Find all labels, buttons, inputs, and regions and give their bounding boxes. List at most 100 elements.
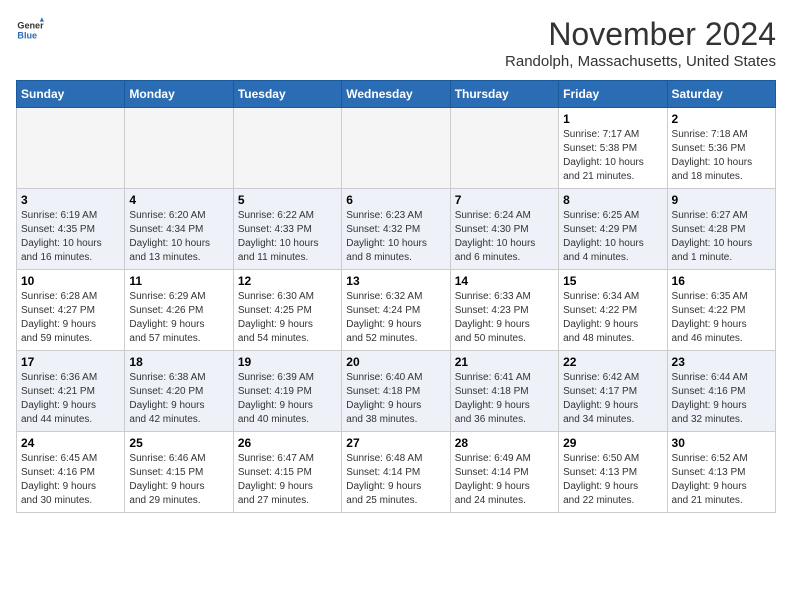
calendar-cell: 1 Sunrise: 7:17 AM Sunset: 5:38 PM Daylig… [559,108,667,189]
day-number: 22 [563,355,662,369]
day-number: 2 [672,112,771,126]
day-info: Sunrise: 6:32 AM Sunset: 4:24 PM Dayligh… [346,290,445,346]
day-number: 26 [238,436,337,450]
calendar-cell: 15Sunrise: 6:34 AM Sunset: 4:22 PM Dayli… [559,270,667,351]
day-number: 21 [455,355,554,369]
calendar-cell: 14 Sunrise: 6:33 AM Sunset: 4:23 PM Dayli… [450,270,558,351]
day-number: 8 [563,193,662,207]
day-number: 1 [563,112,662,126]
day-info: Sunrise: 6:34 AM Sunset: 4:22 PM Dayligh… [563,290,662,346]
calendar-cell: 20Sunrise: 6:40 AM Sunset: 4:18 PM Dayli… [342,351,450,432]
day-number: 20 [346,355,445,369]
location: Randolph, Massachusetts, United States [505,53,776,70]
day-info: Sunrise: 6:27 AM Sunset: 4:28 PM Dayligh… [672,209,771,265]
day-number: 16 [672,274,771,288]
day-number: 27 [346,436,445,450]
calendar-cell: 18Sunrise: 6:38 AM Sunset: 4:20 PM Dayli… [125,351,233,432]
day-number: 19 [238,355,337,369]
day-info: Sunrise: 6:50 AM Sunset: 4:13 PM Dayligh… [563,452,662,508]
day-number: 18 [129,355,228,369]
calendar-cell: 16Sunrise: 6:35 AM Sunset: 4:22 PM Dayli… [667,270,775,351]
day-info: Sunrise: 6:28 AM Sunset: 4:27 PM Dayligh… [21,290,120,346]
calendar-cell: 9 Sunrise: 6:27 AM Sunset: 4:28 PM Daylig… [667,189,775,270]
day-info: Sunrise: 6:19 AM Sunset: 4:35 PM Dayligh… [21,209,120,265]
calendar-cell: 11 Sunrise: 6:29 AM Sunset: 4:26 PM Dayli… [125,270,233,351]
day-number: 7 [455,193,554,207]
calendar-cell: 23 Sunrise: 6:44 AM Sunset: 4:16 PM Dayli… [667,351,775,432]
day-info: Sunrise: 7:18 AM Sunset: 5:36 PM Dayligh… [672,128,771,184]
calendar-cell [233,108,341,189]
day-info: Sunrise: 6:48 AM Sunset: 4:14 PM Dayligh… [346,452,445,508]
day-info: Sunrise: 6:39 AM Sunset: 4:19 PM Dayligh… [238,371,337,427]
day-number: 14 [455,274,554,288]
day-info: Sunrise: 6:46 AM Sunset: 4:15 PM Dayligh… [129,452,228,508]
day-number: 10 [21,274,120,288]
day-number: 11 [129,274,228,288]
calendar-cell: 4 Sunrise: 6:20 AM Sunset: 4:34 PM Daylig… [125,189,233,270]
day-number: 24 [21,436,120,450]
calendar-cell [450,108,558,189]
day-number: 3 [21,193,120,207]
day-number: 12 [238,274,337,288]
weekday-header: Saturday [667,81,775,108]
calendar-cell: 5 Sunrise: 6:22 AM Sunset: 4:33 PM Daylig… [233,189,341,270]
day-number: 5 [238,193,337,207]
page-header: General Blue November 2024 Randolph, Mas… [16,16,776,70]
calendar-cell: 27 Sunrise: 6:48 AM Sunset: 4:14 PM Dayli… [342,432,450,513]
day-info: Sunrise: 7:17 AM Sunset: 5:38 PM Dayligh… [563,128,662,184]
weekday-header: Monday [125,81,233,108]
calendar-cell: 19 Sunrise: 6:39 AM Sunset: 4:19 PM Dayli… [233,351,341,432]
calendar-cell: 7 Sunrise: 6:24 AM Sunset: 4:30 PM Daylig… [450,189,558,270]
day-info: Sunrise: 6:45 AM Sunset: 4:16 PM Dayligh… [21,452,120,508]
day-info: Sunrise: 6:47 AM Sunset: 4:15 PM Dayligh… [238,452,337,508]
day-info: Sunrise: 6:49 AM Sunset: 4:14 PM Dayligh… [455,452,554,508]
calendar-cell: 17 Sunrise: 6:36 AM Sunset: 4:21 PM Dayli… [17,351,125,432]
day-number: 4 [129,193,228,207]
logo-icon: General Blue [16,16,44,44]
calendar-cell: 26 Sunrise: 6:47 AM Sunset: 4:15 PM Dayli… [233,432,341,513]
svg-text:General: General [17,21,44,31]
day-number: 25 [129,436,228,450]
day-info: Sunrise: 6:42 AM Sunset: 4:17 PM Dayligh… [563,371,662,427]
day-info: Sunrise: 6:41 AM Sunset: 4:18 PM Dayligh… [455,371,554,427]
calendar-cell: 25 Sunrise: 6:46 AM Sunset: 4:15 PM Dayli… [125,432,233,513]
day-info: Sunrise: 6:36 AM Sunset: 4:21 PM Dayligh… [21,371,120,427]
calendar-week-row: 10 Sunrise: 6:28 AM Sunset: 4:27 PM Dayli… [17,270,776,351]
day-number: 23 [672,355,771,369]
day-info: Sunrise: 6:33 AM Sunset: 4:23 PM Dayligh… [455,290,554,346]
day-info: Sunrise: 6:20 AM Sunset: 4:34 PM Dayligh… [129,209,228,265]
day-info: Sunrise: 6:30 AM Sunset: 4:25 PM Dayligh… [238,290,337,346]
calendar-cell: 3 Sunrise: 6:19 AM Sunset: 4:35 PM Daylig… [17,189,125,270]
weekday-header: Sunday [17,81,125,108]
calendar-cell: 28 Sunrise: 6:49 AM Sunset: 4:14 PM Dayli… [450,432,558,513]
calendar-cell: 10 Sunrise: 6:28 AM Sunset: 4:27 PM Dayli… [17,270,125,351]
calendar-cell: 13 Sunrise: 6:32 AM Sunset: 4:24 PM Dayli… [342,270,450,351]
month-title: November 2024 [505,16,776,53]
calendar-cell: 29 Sunrise: 6:50 AM Sunset: 4:13 PM Dayli… [559,432,667,513]
calendar-table: SundayMondayTuesdayWednesdayThursdayFrid… [16,80,776,513]
calendar-week-row: 1 Sunrise: 7:17 AM Sunset: 5:38 PM Daylig… [17,108,776,189]
calendar-header-row: SundayMondayTuesdayWednesdayThursdayFrid… [17,81,776,108]
day-info: Sunrise: 6:25 AM Sunset: 4:29 PM Dayligh… [563,209,662,265]
calendar-cell [17,108,125,189]
calendar-cell: 22 Sunrise: 6:42 AM Sunset: 4:17 PM Dayli… [559,351,667,432]
day-number: 17 [21,355,120,369]
day-number: 13 [346,274,445,288]
day-info: Sunrise: 6:23 AM Sunset: 4:32 PM Dayligh… [346,209,445,265]
day-number: 29 [563,436,662,450]
calendar-cell [342,108,450,189]
calendar-cell: 2 Sunrise: 7:18 AM Sunset: 5:36 PM Daylig… [667,108,775,189]
day-info: Sunrise: 6:44 AM Sunset: 4:16 PM Dayligh… [672,371,771,427]
weekday-header: Thursday [450,81,558,108]
day-info: Sunrise: 6:52 AM Sunset: 4:13 PM Dayligh… [672,452,771,508]
day-number: 9 [672,193,771,207]
day-number: 30 [672,436,771,450]
weekday-header: Friday [559,81,667,108]
calendar-cell: 6Sunrise: 6:23 AM Sunset: 4:32 PM Daylig… [342,189,450,270]
weekday-header: Wednesday [342,81,450,108]
day-info: Sunrise: 6:24 AM Sunset: 4:30 PM Dayligh… [455,209,554,265]
title-block: November 2024 Randolph, Massachusetts, U… [505,16,776,70]
day-info: Sunrise: 6:22 AM Sunset: 4:33 PM Dayligh… [238,209,337,265]
day-number: 28 [455,436,554,450]
day-info: Sunrise: 6:29 AM Sunset: 4:26 PM Dayligh… [129,290,228,346]
